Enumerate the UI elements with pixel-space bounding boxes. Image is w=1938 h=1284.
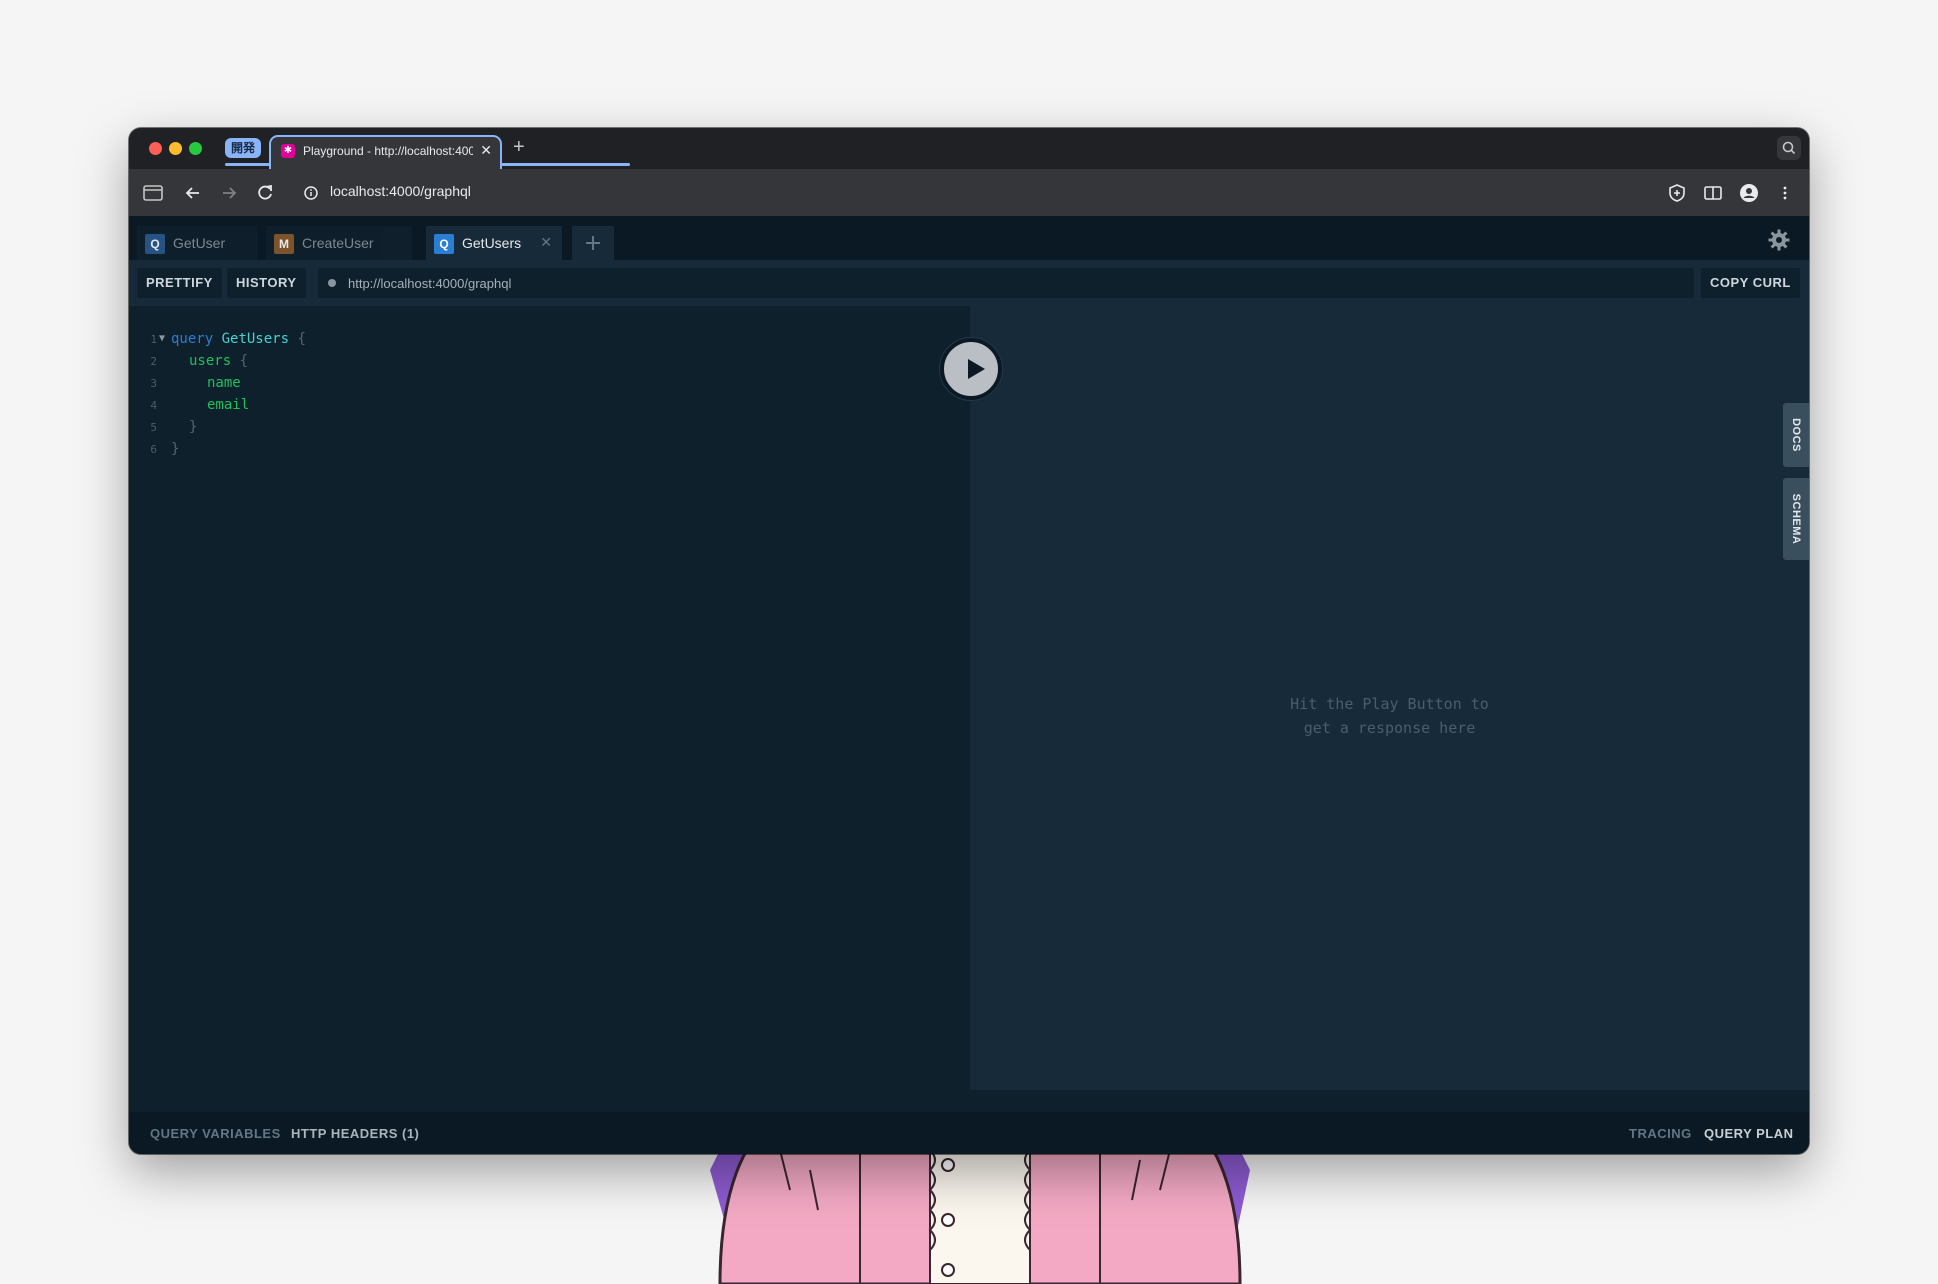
docs-tab[interactable]: DOCS — [1783, 403, 1809, 467]
tab-label: GetUser — [173, 235, 226, 251]
field-name: name — [207, 375, 241, 391]
playground-tab-bar: Q GetUser M CreateUser Q GetUsers ✕ — [129, 216, 1809, 260]
add-tab-button[interactable] — [572, 226, 614, 260]
settings-gear-icon[interactable] — [1767, 228, 1791, 252]
docs-tab-label: DOCS — [1790, 418, 1802, 452]
line-number: 2 — [150, 355, 157, 368]
mutation-badge: M — [274, 234, 294, 254]
http-headers-tab[interactable]: HTTP HEADERS (1) — [291, 1126, 419, 1141]
endpoint-input[interactable]: http://localhost:4000/graphql — [318, 268, 1694, 298]
prettify-button[interactable]: PRETTIFY — [137, 268, 222, 298]
tab-label: CreateUser — [302, 235, 374, 251]
browser-window: 開発 ✱ Playground - http://localhost:4000/… — [129, 128, 1809, 1154]
code-line: 6 } — [129, 441, 970, 463]
minimize-window-button[interactable] — [169, 142, 182, 155]
query-editor[interactable]: 1 ▼ query GetUsers { 2 users { 3 name 4 … — [129, 306, 970, 1090]
endpoint-url: http://localhost:4000/graphql — [348, 276, 512, 291]
maximize-window-button[interactable] — [189, 142, 202, 155]
tab-createuser[interactable]: M CreateUser — [266, 226, 412, 260]
profile-avatar-icon[interactable] — [1737, 181, 1761, 205]
tab-getusers[interactable]: Q GetUsers ✕ — [426, 226, 562, 260]
browser-toolbar: localhost:4000/graphql — [129, 169, 1809, 216]
brace: } — [171, 441, 180, 457]
tab-search-button[interactable] — [1777, 136, 1801, 160]
line-number: 5 — [150, 421, 157, 434]
back-arrow-icon[interactable] — [181, 181, 205, 205]
tab-group-label[interactable]: 開発 — [225, 138, 262, 158]
plus-icon — [586, 236, 600, 250]
close-tab-icon[interactable]: ✕ — [540, 234, 552, 251]
query-badge: Q — [145, 234, 165, 254]
brace: } — [189, 419, 198, 435]
line-number: 1 — [150, 333, 157, 346]
field-email: email — [207, 397, 250, 413]
site-info-icon[interactable] — [299, 181, 323, 205]
brace: { — [297, 331, 306, 347]
root-field: users — [189, 353, 232, 369]
code-line: 1 ▼ query GetUsers { — [129, 331, 970, 353]
tracing-tab[interactable]: TRACING — [1629, 1126, 1692, 1141]
connection-status-icon — [328, 279, 336, 287]
result-pane: Hit the Play Button to get a response he… — [970, 306, 1809, 1090]
address-bar[interactable]: localhost:4000/graphql — [330, 183, 471, 199]
line-number: 3 — [150, 377, 157, 390]
tab-getuser[interactable]: Q GetUser — [137, 226, 257, 260]
line-number: 4 — [150, 399, 157, 412]
line-number: 6 — [150, 443, 157, 456]
playground-bottombar: QUERY VARIABLES HTTP HEADERS (1) TRACING… — [129, 1112, 1809, 1154]
fold-arrow-icon[interactable]: ▼ — [159, 333, 165, 344]
schema-tab-label: SCHEMA — [1790, 493, 1802, 545]
query-keyword: query — [171, 331, 214, 347]
result-placeholder: Hit the Play Button to get a response he… — [970, 692, 1809, 740]
tab-label: GetUsers — [462, 235, 522, 251]
query-plan-tab[interactable]: QUERY PLAN — [1704, 1126, 1794, 1141]
placeholder-line: Hit the Play Button to — [1290, 695, 1489, 713]
more-menu-icon[interactable] — [1773, 181, 1797, 205]
playground-topbar: PRETTIFY HISTORY http://localhost:4000/g… — [129, 260, 1809, 306]
operation-name: GetUsers — [221, 331, 290, 347]
new-tab-icon[interactable]: + — [513, 136, 525, 159]
code-line: 5 } — [129, 419, 970, 441]
sidebar-icon[interactable] — [141, 181, 165, 205]
close-tab-icon[interactable]: ✕ — [480, 142, 492, 159]
code-line: 4 email — [129, 397, 970, 419]
code-line: 3 name — [129, 375, 970, 397]
play-icon — [968, 359, 985, 379]
browser-titlebar: 開発 ✱ Playground - http://localhost:4000/… — [129, 128, 1809, 169]
schema-tab[interactable]: SCHEMA — [1783, 478, 1809, 560]
execute-query-button[interactable] — [940, 338, 1002, 400]
query-variables-tab[interactable]: QUERY VARIABLES — [150, 1126, 281, 1141]
brace: { — [239, 353, 249, 369]
close-window-button[interactable] — [149, 142, 162, 155]
reload-icon[interactable] — [253, 181, 277, 205]
history-button[interactable]: HISTORY — [227, 268, 306, 298]
browser-tab-playground[interactable]: ✱ Playground - http://localhost:4000/gra… — [269, 135, 502, 169]
copy-curl-button[interactable]: COPY CURL — [1701, 268, 1800, 298]
forward-arrow-icon[interactable] — [217, 181, 241, 205]
split-view-icon[interactable] — [1701, 181, 1725, 205]
placeholder-line: get a response here — [1303, 719, 1476, 737]
graphql-favicon-icon: ✱ — [281, 144, 295, 158]
browser-tab-title: Playground - http://localhost:4000/graph… — [303, 144, 473, 158]
query-badge: Q — [434, 234, 454, 254]
search-icon — [1782, 141, 1796, 155]
code-line: 2 users { — [129, 353, 970, 375]
shield-icon[interactable] — [1665, 181, 1689, 205]
